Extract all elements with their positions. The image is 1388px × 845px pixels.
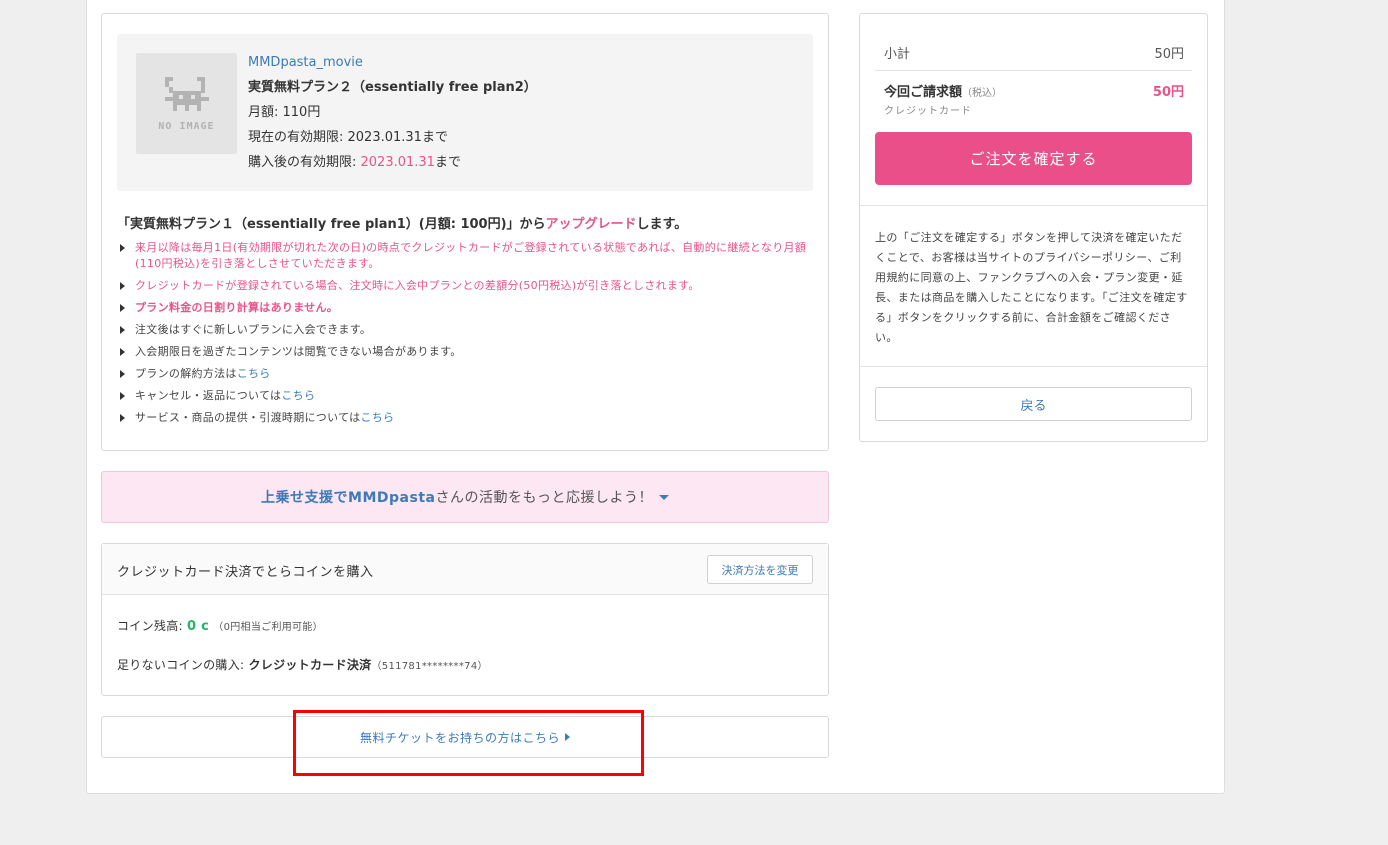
total-value: 50円 <box>1152 85 1184 100</box>
list-item: キャンセル・返品についてはこちら <box>119 388 809 404</box>
list-item: 注文後はすぐに新しいプランに入会できます。 <box>119 322 809 338</box>
current-expiry-label: 現在の有効期限: <box>248 130 348 145</box>
total-row: 今回ご請求額（税込） <box>884 81 1002 100</box>
after-expiry-suffix: まで <box>434 155 461 170</box>
coin-panel-title: クレジットカード決済でとらコインを購入 <box>117 565 374 580</box>
extra-support-toggle[interactable]: 上乗せ支援でMMDpasta さんの活動をもっと応援しよう！ <box>101 471 829 523</box>
free-ticket-link[interactable]: 無料チケットをお持ちの方はこちら <box>101 716 829 758</box>
divider <box>860 205 1207 206</box>
note-text: プラン料金の日割り計算はありません。 <box>135 301 339 314</box>
chevron-right-icon <box>565 733 570 741</box>
list-item: クレジットカードが登録されている場合、注文時に入会中プランとの差額分(50円税込… <box>119 278 809 294</box>
back-button[interactable]: 戻る <box>875 387 1192 421</box>
balance-value: 0 c <box>186 619 210 634</box>
note-text: サービス・商品の提供・引渡時期については <box>135 411 361 424</box>
promo-text: さんの活動をもっと応援しよう！ <box>435 490 653 506</box>
note-text: 入会期限日を過ぎたコンテンツは閲覧できない場合があります。 <box>135 345 462 358</box>
no-image-label: NO IMAGE <box>158 121 215 132</box>
change-payment-button[interactable]: 決済方法を変更 <box>707 555 813 584</box>
product-image: NO IMAGE <box>136 53 237 154</box>
purchase-method: クレジットカード決済 <box>248 658 372 672</box>
list-item: プランの解約方法はこちら <box>119 366 809 382</box>
list-item: プラン料金の日割り計算はありません。 <box>119 300 809 316</box>
notes-list: 来月以降は毎月1日(有効期限が切れた次の日)の時点でクレジットカードがご登録され… <box>119 240 809 432</box>
balance-label: コイン残高: <box>117 619 187 633</box>
cancel-method-link[interactable]: こちら <box>237 367 271 380</box>
coin-balance: コイン残高: 0 c （0円相当ご利用可能） <box>117 617 323 634</box>
subtotal-value: 50円 <box>1154 47 1184 62</box>
note-text: キャンセル・返品については <box>135 389 282 402</box>
list-item: 入会期限日を過ぎたコンテンツは閲覧できない場合があります。 <box>119 344 809 360</box>
current-expiry: 現在の有効期限: 2023.01.31まで <box>248 130 448 146</box>
promo-highlight: 上乗せ支援でMMDpasta <box>261 490 436 506</box>
divider <box>875 70 1192 71</box>
chevron-down-icon <box>658 494 669 500</box>
total-label: 今回ご請求額 <box>884 85 963 100</box>
after-expiry-label: 購入後の有効期限: <box>248 155 361 170</box>
monthly-price: 月額: 110円 <box>248 105 320 121</box>
upgrade-suffix: します。 <box>636 217 688 232</box>
subtotal-label: 小計 <box>884 47 911 62</box>
current-expiry-value: 2023.01.31 <box>347 130 422 145</box>
list-item: 来月以降は毎月1日(有効期限が切れた次の日)の時点でクレジットカードがご登録され… <box>119 240 809 272</box>
current-expiry-suffix: まで <box>421 130 448 145</box>
coin-payment-panel: クレジットカード決済でとらコインを購入 決済方法を変更 コイン残高: 0 c （… <box>101 543 829 696</box>
creator-link[interactable]: MMDpasta_movie <box>248 55 363 71</box>
plan-name: 実質無料プラン２（essentially free plan2） <box>248 80 537 95</box>
coin-purchase: 足りないコインの購入: クレジットカード決済（511781********74） <box>117 656 488 673</box>
upgrade-statement: 「実質無料プラン１（essentially free plan1）(月額: 10… <box>117 213 687 232</box>
after-expiry-value: 2023.01.31 <box>360 155 435 170</box>
confirm-order-button[interactable]: ご注文を確定する <box>875 132 1192 185</box>
payment-method: クレジットカード <box>884 106 972 117</box>
crab-icon <box>164 77 209 111</box>
after-expiry: 購入後の有効期限: 2023.01.31まで <box>248 155 461 171</box>
monthly-label: 月額: <box>248 105 283 120</box>
total-tax: （税込） <box>962 88 1003 99</box>
monthly-value: 110円 <box>282 105 321 120</box>
note-text: プランの解約方法は <box>135 367 237 380</box>
note-text: クレジットカードが登録されている場合、注文時に入会中プランとの差額分(50円税込… <box>135 279 700 292</box>
terms-notice: 上の「ご注文を確定する」ボタンを押して決済を確定いただくことで、お客様は当サイト… <box>875 231 1188 344</box>
free-ticket-label: 無料チケットをお持ちの方はこちら <box>359 730 560 745</box>
list-item: サービス・商品の提供・引渡時期についてはこちら <box>119 410 809 426</box>
upgrade-keyword: アップグレード <box>545 217 637 232</box>
note-text: 注文後はすぐに新しいプランに入会できます。 <box>135 323 372 336</box>
refund-policy-link[interactable]: こちら <box>281 389 315 402</box>
upgrade-prefix: 「実質無料プラン１（essentially free plan1）(月額: 10… <box>117 217 546 232</box>
note-text: 来月以降は毎月1日(有効期限が切れた次の日)の時点でクレジットカードがご登録され… <box>135 241 807 270</box>
purchase-label: 足りないコインの購入: <box>117 658 249 672</box>
balance-note: （0円相当ご利用可能） <box>213 622 323 633</box>
coin-panel-header: クレジットカード決済でとらコインを購入 決済方法を変更 <box>102 544 828 595</box>
divider <box>860 366 1207 367</box>
card-number: （511781********74） <box>371 661 488 672</box>
delivery-info-link[interactable]: こちら <box>360 411 394 424</box>
